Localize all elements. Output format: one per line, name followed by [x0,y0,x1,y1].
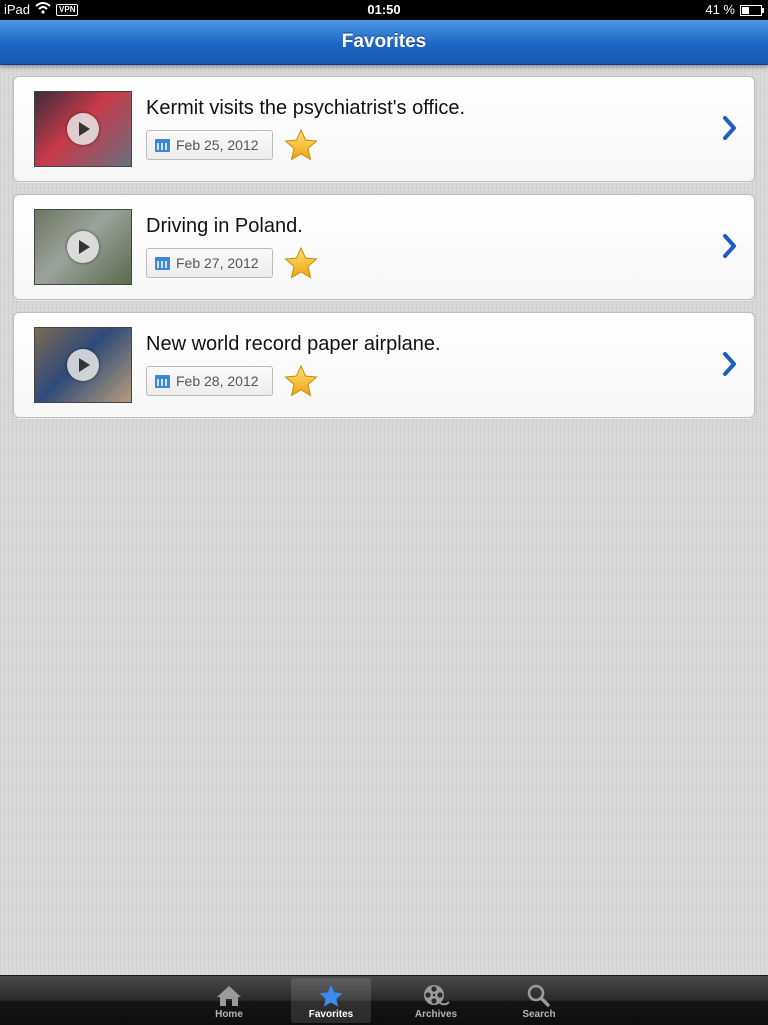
video-title: Driving in Poland. [146,215,303,237]
chevron-right-icon[interactable] [722,351,738,377]
favorite-item[interactable]: New world record paper airplane. Feb 28,… [13,312,755,418]
video-thumbnail[interactable] [34,209,132,285]
video-date: Feb 25, 2012 [176,137,259,153]
page-title: Favorites [341,31,427,52]
favorite-item[interactable]: Kermit visits the psychiatrist's office.… [13,76,755,182]
chevron-right-icon[interactable] [722,233,738,259]
tab-label: Home [215,1009,243,1020]
tab-archives[interactable]: Archives [396,978,476,1023]
date-badge: Feb 25, 2012 [146,130,273,160]
tab-home[interactable]: Home [189,978,269,1023]
status-bar: iPad VPN 01:50 41 % [0,0,768,20]
tab-label: Archives [414,1009,458,1020]
video-thumbnail[interactable] [34,91,132,167]
film-reel-icon [424,985,450,1006]
calendar-icon [155,256,170,270]
favorite-star-icon[interactable] [284,365,318,397]
clock: 01:50 [367,2,401,17]
video-thumbnail[interactable] [34,327,132,403]
favorites-list: Kermit visits the psychiatrist's office.… [13,76,755,430]
tab-bar: Home Favorites Archives Search [0,975,768,1025]
tab-favorites[interactable]: Favorites [291,978,371,1023]
tab-label: Search [522,1009,556,1020]
chevron-right-icon[interactable] [722,115,738,141]
tab-search[interactable]: Search [499,978,579,1023]
favorite-item[interactable]: Driving in Poland. Feb 27, 2012 [13,194,755,300]
navigation-bar: Favorites [0,20,768,65]
play-icon[interactable] [67,231,99,263]
calendar-icon [155,138,170,152]
play-icon[interactable] [67,113,99,145]
home-icon [217,986,241,1006]
magnifier-icon [527,984,550,1007]
play-icon[interactable] [67,349,99,381]
battery-icon [740,4,764,16]
favorite-star-icon[interactable] [284,129,318,161]
calendar-icon [155,374,170,388]
battery-percent: 41 % [705,2,735,17]
date-badge: Feb 28, 2012 [146,366,273,396]
video-date: Feb 28, 2012 [176,373,259,389]
video-date: Feb 27, 2012 [176,255,259,271]
date-badge: Feb 27, 2012 [146,248,273,278]
favorite-star-icon[interactable] [284,247,318,279]
star-icon [319,985,343,1007]
tab-label: Favorites [308,1009,354,1020]
video-title: Kermit visits the psychiatrist's office. [146,97,466,119]
video-title: New world record paper airplane. [146,333,441,355]
